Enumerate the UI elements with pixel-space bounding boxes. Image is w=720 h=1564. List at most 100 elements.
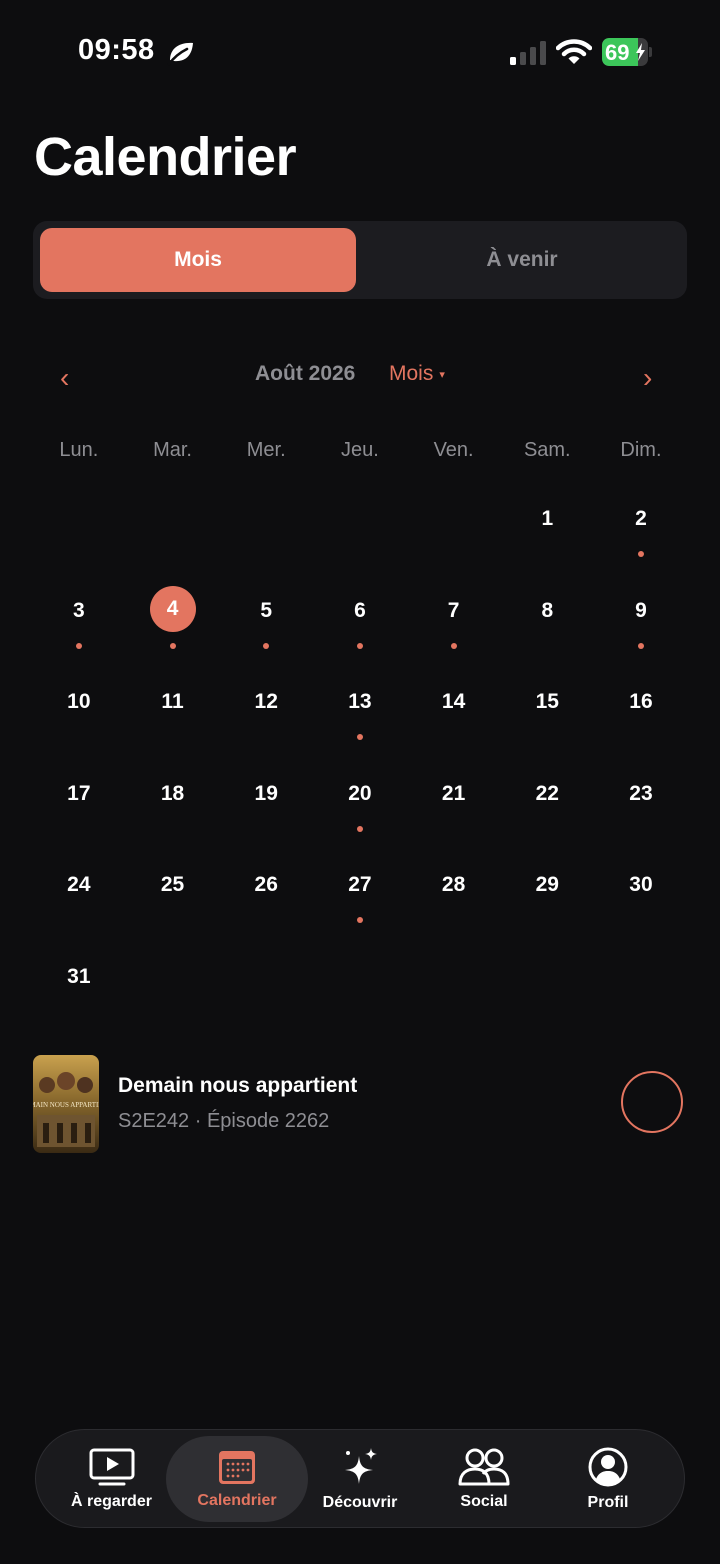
day-number: 11	[161, 690, 184, 714]
calendar-icon	[219, 1451, 255, 1484]
people-icon	[458, 1448, 510, 1485]
episode-indicator-dot	[169, 642, 176, 649]
day-number: 30	[629, 873, 653, 897]
calendar-day[interactable]: 2	[594, 497, 688, 589]
weekday-label: Dim.	[620, 439, 662, 461]
cellular-signal-icon	[510, 41, 546, 65]
episode-indicator-dot	[263, 642, 270, 649]
day-number: 19	[254, 781, 278, 805]
calendar-day[interactable]: 17	[32, 772, 126, 864]
day-number: 6	[354, 598, 366, 622]
show-title[interactable]: Demain nous appartient	[118, 1074, 357, 1098]
calendar-day[interactable]: 25	[126, 863, 220, 955]
calendar-day[interactable]: 29	[500, 863, 594, 955]
day-number: 24	[67, 873, 91, 897]
calendar-day[interactable]: 23	[594, 772, 688, 864]
day-number: 29	[535, 873, 559, 897]
day-number: 5	[260, 598, 273, 622]
calendar-day[interactable]: 24	[32, 863, 126, 955]
calendar-view-dropdown[interactable]: Mois ▾	[389, 362, 445, 386]
tab-label: Social	[460, 1492, 508, 1510]
day-number: 2	[635, 507, 647, 530]
tab-social[interactable]: Social	[431, 1430, 537, 1527]
weekday-label: Ven.	[433, 439, 474, 461]
episode-details: S2E242 · Épisode 2262	[118, 1110, 330, 1132]
episode-indicator-dot	[637, 551, 644, 557]
poster-title-text: DEMAIN NOUS APPARTIENT	[33, 1101, 99, 1109]
calendar-empty-cell	[313, 497, 407, 589]
calendar-day[interactable]: 21	[407, 772, 501, 864]
calendar-day[interactable]: 26	[219, 863, 313, 955]
calendar-day[interactable]: 3	[32, 589, 126, 681]
calendar-day[interactable]: 6	[313, 589, 407, 681]
day-number: 8	[541, 598, 554, 622]
battery-indicator: 69	[602, 38, 652, 66]
calendar-day[interactable]: 20	[313, 772, 407, 864]
episode-indicator-dot	[637, 642, 644, 649]
month-year-label: Août 2026	[255, 362, 356, 385]
view-segmented-control: Mois À venir	[33, 221, 687, 299]
segment-month[interactable]: Mois	[40, 228, 356, 292]
calendar-day[interactable]: 7	[407, 589, 501, 681]
caret-down-icon: ▾	[439, 368, 445, 381]
day-number: 12	[254, 690, 278, 714]
next-month-button[interactable]: ›	[643, 362, 652, 394]
calendar-day[interactable]: 16	[594, 680, 688, 772]
previous-month-button[interactable]: ‹	[60, 362, 69, 394]
day-number: 23	[629, 781, 653, 805]
segment-upcoming[interactable]: À venir	[363, 228, 681, 292]
calendar-day[interactable]: 30	[594, 863, 688, 955]
day-number: 15	[535, 690, 559, 714]
calendar-day-today[interactable]: 4	[126, 585, 220, 681]
episode-indicator-dot	[356, 642, 363, 649]
calendar-day[interactable]: 8	[500, 589, 594, 681]
calendar-day[interactable]: 31	[32, 955, 126, 1047]
day-number: 25	[160, 873, 185, 897]
weekday-label: Mer.	[246, 439, 286, 461]
calendar-day[interactable]: 11	[126, 680, 220, 772]
day-number: 16	[629, 690, 653, 714]
calendar-day[interactable]: 18	[126, 772, 220, 864]
day-number: 14	[441, 690, 466, 714]
tab-label: Profil	[587, 1493, 629, 1511]
day-number: 28	[441, 873, 466, 897]
tab-to-watch[interactable]: À regarder	[54, 1430, 169, 1527]
tab-discover[interactable]: Découvrir	[306, 1430, 414, 1527]
day-number: 20	[348, 781, 372, 805]
page-title: Calendrier	[34, 127, 297, 187]
calendar-day[interactable]: 9	[594, 589, 688, 681]
episode-indicator-dot	[356, 917, 363, 924]
calendar-day[interactable]: 1	[500, 497, 594, 589]
calendar-day[interactable]: 14	[407, 680, 501, 772]
calendar-view-value: Mois	[389, 362, 434, 385]
profile-icon	[588, 1447, 628, 1486]
day-number: 21	[441, 781, 466, 805]
show-poster[interactable]: DEMAIN NOUS APPARTIENT	[33, 1055, 99, 1153]
day-number: 9	[635, 598, 647, 622]
episode-indicator-dot	[356, 825, 363, 832]
status-time: 09:58	[78, 34, 155, 66]
calendar-day[interactable]: 12	[219, 680, 313, 772]
calendar-day[interactable]: 22	[500, 772, 594, 864]
day-number: 26	[254, 873, 278, 897]
weekday-label: Lun.	[59, 439, 99, 461]
calendar-day[interactable]: 27	[313, 863, 407, 955]
calendar-empty-cell	[32, 497, 126, 589]
day-number: 17	[67, 781, 91, 805]
calendar-day[interactable]: 15	[500, 680, 594, 772]
weekday-header: Lun. Mar. Mer. Jeu. Ven. Sam. Dim.	[32, 439, 688, 462]
tab-label: À regarder	[71, 1492, 152, 1510]
calendar-day[interactable]: 5	[219, 589, 313, 681]
wifi-icon	[556, 39, 592, 64]
mark-watched-button[interactable]	[621, 1071, 683, 1133]
calendar-day[interactable]: 28	[407, 863, 501, 955]
day-number: 10	[67, 690, 91, 714]
calendar-empty-cell	[219, 497, 313, 589]
calendar-day[interactable]: 10	[32, 680, 126, 772]
tab-label: Calendrier	[197, 1492, 277, 1509]
tab-profile[interactable]: Profil	[556, 1430, 660, 1527]
tab-calendar[interactable]: Calendrier	[166, 1436, 308, 1522]
leaf-icon	[167, 42, 193, 66]
calendar-day[interactable]: 13	[313, 680, 407, 772]
calendar-day[interactable]: 19	[219, 772, 313, 864]
